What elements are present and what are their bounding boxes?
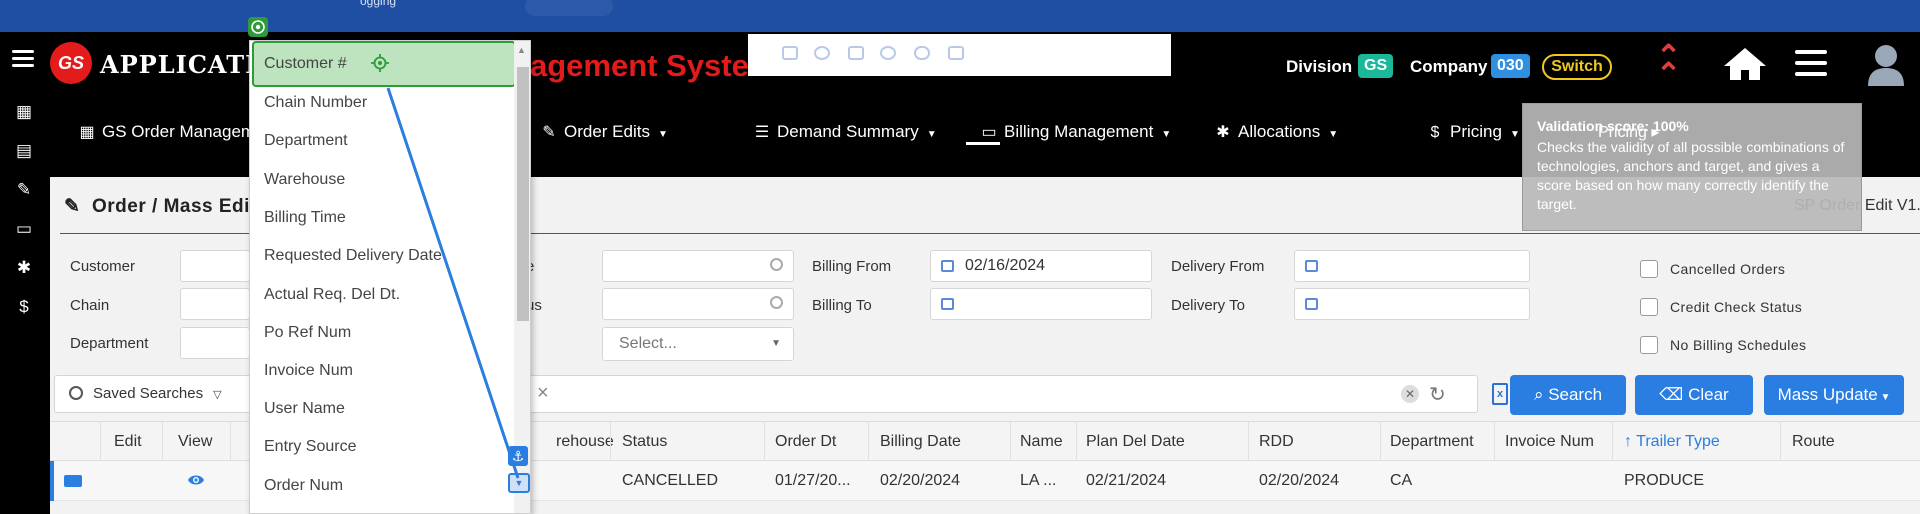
svg-text:⚓: ⚓ (512, 449, 525, 465)
connector-line (386, 87, 520, 479)
origin-marker-icon (248, 17, 268, 37)
anchor-icon: ⚓ (508, 446, 528, 466)
anchor-connector-overlay: ⚓ (248, 17, 528, 479)
